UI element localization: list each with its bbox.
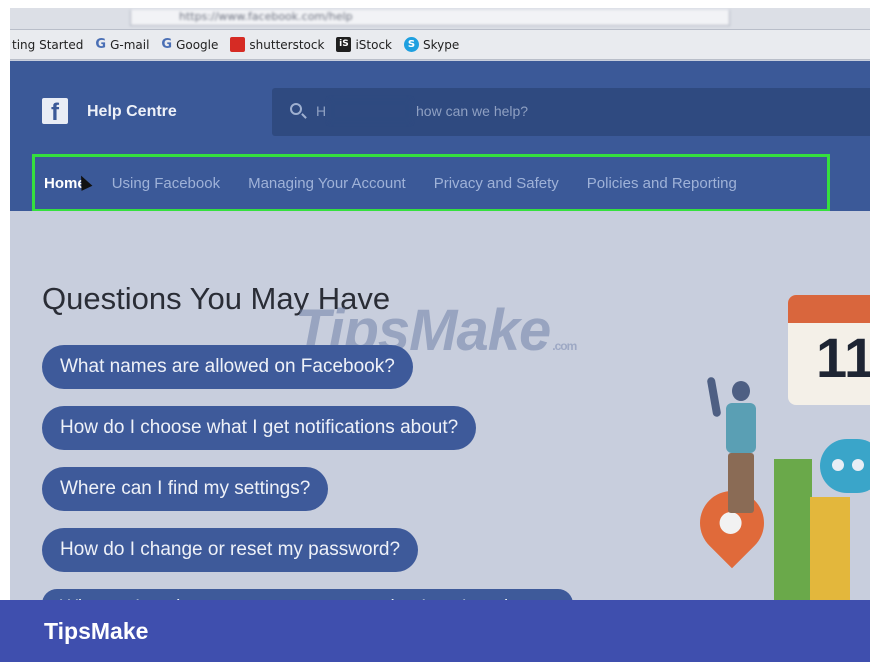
- redacted-blur: [330, 100, 410, 122]
- help-search-input[interactable]: H how can we help?: [272, 88, 870, 136]
- person-head: [732, 381, 750, 401]
- main-content: Questions You May Have TipsMake .com What…: [10, 211, 870, 662]
- google-g-icon: G: [95, 37, 107, 52]
- tab-using-facebook[interactable]: Using Facebook: [112, 175, 220, 192]
- bookmark-label: G-mail: [110, 37, 150, 52]
- help-nav-tabs: Home Using Facebook Managing Your Accoun…: [32, 154, 830, 216]
- watermark-suffix: .com: [552, 339, 577, 353]
- bookmark-getting-started[interactable]: ting Started: [12, 38, 83, 52]
- bookmark-gmail[interactable]: G G-mail: [95, 37, 149, 52]
- search-placeholder: how can we help?: [416, 103, 529, 119]
- browser-address-bar[interactable]: https://www.facebook.com/help: [10, 8, 870, 30]
- shutterstock-icon: [230, 37, 246, 52]
- person-torso: [726, 403, 756, 453]
- bookmark-shutterstock[interactable]: shutterstock: [230, 37, 324, 52]
- bookmark-label: ting Started: [12, 37, 84, 52]
- tab-privacy-and-safety[interactable]: Privacy and Safety: [434, 175, 559, 192]
- facebook-logo-icon[interactable]: f: [42, 98, 68, 124]
- google-g-icon: G: [161, 37, 173, 52]
- book-icon: [810, 497, 850, 601]
- calendar-number: 11: [816, 326, 870, 389]
- bookmark-label: Google: [176, 37, 219, 52]
- help-centre-header: f Help Centre H how can we help? Home Us…: [10, 61, 870, 216]
- skype-icon: S: [404, 37, 419, 52]
- bookmark-label: shutterstock: [249, 37, 325, 52]
- person-legs: [728, 453, 754, 513]
- help-illustration: 11: [670, 271, 870, 601]
- bookmark-label: iStock: [355, 37, 392, 52]
- question-button[interactable]: What names are allowed on Facebook?: [42, 345, 413, 389]
- help-centre-title[interactable]: Help Centre: [87, 103, 177, 121]
- chat-dot: [832, 459, 844, 471]
- search-placeholder-prefix: H: [316, 103, 327, 119]
- question-button[interactable]: How do I change or reset my password?: [42, 528, 419, 572]
- istock-icon: iS: [336, 37, 352, 52]
- search-icon: [290, 103, 302, 115]
- bookmarks-bar: ting Started G G-mail G Google shutterst…: [10, 30, 870, 60]
- book-icon: [774, 459, 812, 601]
- tipsmake-banner: TipsMake: [0, 600, 870, 662]
- bookmark-google[interactable]: G Google: [161, 37, 218, 52]
- bookmark-skype[interactable]: S Skype: [404, 37, 459, 52]
- screenshot-frame: https://www.facebook.com/help ting Start…: [10, 8, 870, 662]
- chat-bubble-icon: [820, 439, 870, 493]
- bookmark-label: Skype: [423, 37, 460, 52]
- banner-brand: TipsMake: [44, 618, 149, 644]
- question-button[interactable]: Where can I find my settings?: [42, 467, 329, 511]
- person-arm: [706, 376, 722, 418]
- bookmark-istock[interactable]: iS iStock: [336, 37, 392, 52]
- tab-managing-your-account[interactable]: Managing Your Account: [248, 175, 406, 192]
- question-button[interactable]: How do I choose what I get notifications…: [42, 406, 477, 450]
- calendar-icon: 11: [788, 295, 870, 405]
- calendar-band: [788, 295, 870, 323]
- url-field[interactable]: https://www.facebook.com/help: [130, 10, 730, 26]
- person-figure: [706, 376, 770, 521]
- tab-policies-and-reporting[interactable]: Policies and Reporting: [587, 175, 737, 192]
- chat-dot: [852, 459, 864, 471]
